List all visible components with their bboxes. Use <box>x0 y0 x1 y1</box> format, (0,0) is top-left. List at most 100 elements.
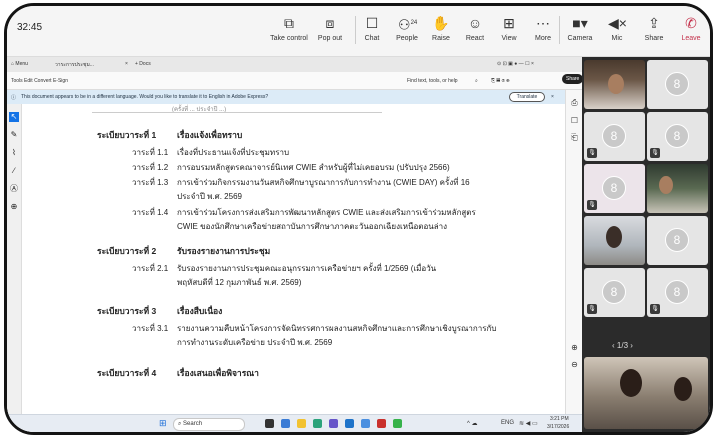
agenda-item-num: วาระที่ 1.2 <box>132 163 169 172</box>
participant-tile[interactable]: 8 🎙 <box>584 164 645 213</box>
gallery-pagination: ‹ 1/3 › <box>612 341 633 350</box>
export-icon[interactable]: ⎙ <box>566 98 582 108</box>
taskbar-time: 3:21 PM <box>550 416 569 422</box>
windows-start-icon[interactable]: ⊞ <box>159 418 167 429</box>
outlook-icon[interactable] <box>361 419 370 428</box>
agenda-item-num: วาระที่ 1.4 <box>132 208 169 217</box>
people-icon: ⚇24 <box>398 16 418 33</box>
agenda-4-head: ระเบียบวาระที่ 4 <box>97 368 157 378</box>
search-icon[interactable]: ⌕ <box>475 78 478 84</box>
take-control-button[interactable]: ⧉ Take control <box>269 12 309 42</box>
participant-video-tile[interactable] <box>584 357 708 429</box>
text-tool-icon[interactable]: Ⓐ <box>9 184 19 194</box>
participant-gallery: 8 8 🎙 8 🎙 8 🎙 8 8 🎙 8 🎙 ‹ 1/3 › <box>582 57 710 432</box>
muted-icon: 🎙 <box>587 200 597 210</box>
chat-button[interactable]: ☐ Chat <box>352 12 392 42</box>
avatar-icon: 8 <box>602 280 626 304</box>
gallery-next-icon[interactable]: › <box>630 341 633 350</box>
agenda-item-text: การเข้าร่วมกิจกรรมงานวันสหกิจศึกษาบูรณาก… <box>177 178 470 201</box>
agenda-2-head: ระเบียบวาระที่ 2 <box>97 246 157 256</box>
participant-video-tile[interactable] <box>584 60 645 109</box>
zoom-in-icon[interactable]: ⊕ <box>566 343 582 352</box>
avatar-icon: 8 <box>602 176 626 200</box>
select-tool-icon[interactable]: ↖ <box>9 112 19 122</box>
stamp-tool-icon[interactable]: ⊕ <box>9 202 19 212</box>
close-banner-icon[interactable]: × <box>551 94 554 100</box>
participant-video-tile[interactable] <box>647 164 708 213</box>
new-tab-button[interactable]: + Docs <box>135 61 151 67</box>
avatar-icon: 8 <box>602 124 626 148</box>
participant-tile[interactable]: 8 🎙 <box>584 268 645 317</box>
browser-tab[interactable]: วาระการประชุม... <box>55 61 94 69</box>
share-icon: ⇪ <box>648 15 660 31</box>
pdf-page: (ครั้งที่ ... ประจำปี ...) ระเบียบวาระที… <box>22 104 564 414</box>
app-icon[interactable] <box>281 419 290 428</box>
translate-button[interactable]: Translate <box>509 92 545 102</box>
pop-out-icon: ⧈ <box>325 15 335 31</box>
more-button[interactable]: ⋯ More <box>523 12 563 42</box>
avatar-icon: 8 <box>665 72 689 96</box>
share-button[interactable]: ⇪ Share <box>634 12 674 42</box>
shared-screen: ⌂ Menu วาระการประชุม... × + Docs ⊙ ⊡ ▣ ●… <box>7 57 582 432</box>
participant-tile[interactable]: 8 🎙 <box>647 112 708 161</box>
participant-face <box>674 377 692 401</box>
agenda-item-text: รับรองรายงานการประชุมคณะอนุกรรมการเครือข… <box>177 264 437 287</box>
raise-hand-icon: ✋ <box>432 15 450 31</box>
word-icon[interactable] <box>345 419 354 428</box>
highlight-tool-icon[interactable]: ∕ <box>9 166 19 176</box>
comment-tool-icon[interactable]: ✎ <box>9 130 19 140</box>
file-explorer-icon[interactable] <box>297 419 306 428</box>
gallery-page-indicator: 1/3 <box>616 341 629 350</box>
agenda-item-text: รายงานความคืบหน้าโครงการจัดนิทรรศการผลงา… <box>177 324 497 347</box>
teams-icon[interactable] <box>329 419 338 428</box>
windows-taskbar: ⊞ ⌕ Search ^ ☁ ENG ≋ ◀ ▭ 3:21 PM 3/17/20… <box>7 414 582 432</box>
participant-tile[interactable]: 8 🎙 <box>647 268 708 317</box>
find-input[interactable]: Find text, tools, or help <box>407 78 458 84</box>
leave-button[interactable]: ✆ Leave <box>671 12 710 42</box>
window-controls[interactable]: ⊙ ⊡ ▣ ● — ☐ × <box>497 61 534 67</box>
task-view-icon[interactable] <box>265 419 274 428</box>
comments-icon[interactable]: ☐ <box>566 116 582 125</box>
avatar-icon: 8 <box>665 124 689 148</box>
agenda-item-num: วาระที่ 1.1 <box>132 148 169 157</box>
agenda-2-title: รับรองรายงานการประชุม <box>177 246 271 256</box>
leave-icon: ✆ <box>685 15 697 31</box>
taskbar-search[interactable]: ⌕ Search <box>173 418 245 431</box>
camera-button[interactable]: ■▾ Camera <box>560 12 600 42</box>
chat-icon: ☐ <box>365 15 379 31</box>
participant-tile[interactable]: 8 🎙 <box>584 112 645 161</box>
mic-button[interactable]: ◀× Mic <box>597 12 637 42</box>
camera-icon: ■▾ <box>572 15 588 31</box>
participant-face <box>659 176 673 194</box>
participant-tile[interactable]: 8 <box>647 216 708 265</box>
pop-out-button[interactable]: ⧈ Pop out <box>310 12 350 42</box>
pdf-right-panel: ⎙ ☐ ⎗ ⊕ ⊖ <box>565 90 582 415</box>
view-icon: ⊞ <box>503 15 515 31</box>
participant-face <box>620 369 642 397</box>
banner-text: This document appears to be in a differe… <box>21 94 269 100</box>
close-tab-icon[interactable]: × <box>125 61 128 67</box>
draw-tool-icon[interactable]: ⌇ <box>9 148 19 158</box>
mic-icon: ◀× <box>608 15 627 31</box>
muted-icon: 🎙 <box>587 304 597 314</box>
zoom-out-icon[interactable]: ⊖ <box>566 360 582 369</box>
more-icon: ⋯ <box>536 15 550 31</box>
participant-video-tile[interactable] <box>584 216 645 265</box>
acrobat-icon[interactable] <box>377 419 386 428</box>
acrobat-menu[interactable]: Tools Edit Convert E-Sign <box>11 78 68 84</box>
language-indicator[interactable]: ENG <box>501 420 514 426</box>
banner-info-icon: ⓘ <box>11 95 17 101</box>
doc-divider <box>92 112 382 113</box>
acrobat-toolbar: Tools Edit Convert E-Sign Find text, too… <box>7 72 582 90</box>
agenda-3-title: เรื่องสืบเนื่อง <box>177 306 223 316</box>
participant-tile[interactable]: 8 <box>647 60 708 109</box>
edge-icon[interactable] <box>313 419 322 428</box>
avatar-icon: 8 <box>665 228 689 252</box>
acrobat-share-button[interactable]: Share <box>562 74 582 84</box>
bookmark-icon[interactable]: ⎗ <box>566 133 582 143</box>
toolbar-icons[interactable]: ⎘ ▤ ⊚ ⊕ <box>491 78 510 84</box>
tray-icons[interactable]: ^ ☁ <box>467 420 477 427</box>
chrome-icon[interactable] <box>393 419 402 428</box>
pdf-tools-sidebar: ↖ ✎ ⌇ ∕ Ⓐ ⊕ <box>7 104 22 414</box>
home-icon[interactable]: ⌂ Menu <box>11 61 28 67</box>
